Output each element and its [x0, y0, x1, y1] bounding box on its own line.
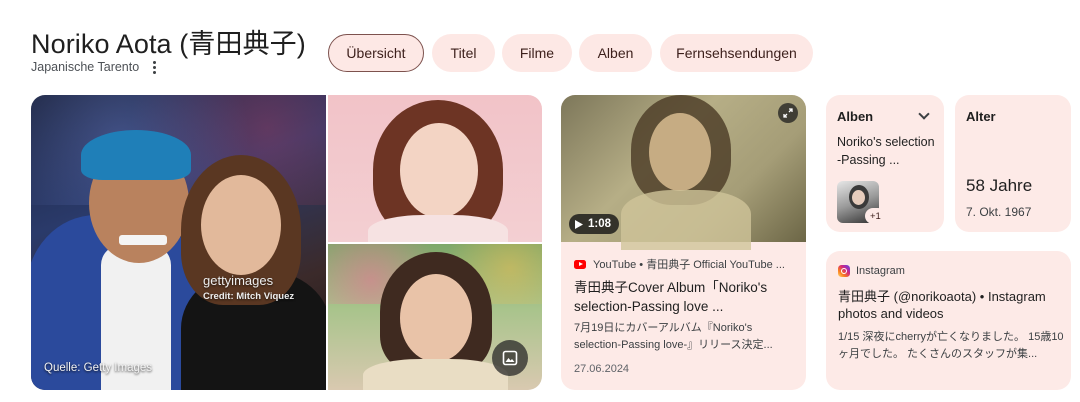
instagram-snippet: 1/15 深夜にcherryが亡くなりました。 15歳10ヶ月でした。 たくさん…: [838, 331, 1064, 360]
tab-tv-shows[interactable]: Fernsehsendungen: [660, 34, 813, 72]
instagram-icon: [838, 265, 850, 277]
image-search-button[interactable]: [492, 340, 528, 376]
albums-card[interactable]: Alben Noriko's selec­tion -Passing ... +…: [826, 95, 944, 232]
portrait-photo[interactable]: [328, 95, 542, 242]
albums-label: Alben: [837, 109, 874, 124]
age-card: Alter 58 Jahre 7. Okt. 1967: [955, 95, 1071, 232]
instagram-title-link[interactable]: 青田典子 (@norikoaota) • Instagram photos an…: [838, 288, 1064, 322]
more-options-icon[interactable]: [147, 60, 161, 74]
video-duration-badge: 1:08: [569, 214, 620, 234]
getty-watermark: gettyimages: [203, 273, 274, 288]
album-name: Noriko's selec­tion -Passing ...: [837, 135, 935, 167]
age-value: 58 Jahre: [966, 176, 1033, 195]
instagram-result-card[interactable]: Instagram 青田典子 (@norikoaota) • Instagram…: [826, 251, 1071, 390]
video-source: YouTube • 青田典子 Official YouTube ...: [574, 256, 799, 272]
tab-movies[interactable]: Filme: [502, 34, 572, 72]
chevron-down-icon[interactable]: [918, 108, 930, 120]
tab-overview[interactable]: Übersicht: [328, 34, 424, 72]
image-source: Quelle: Getty Images: [44, 362, 153, 374]
play-icon: [575, 219, 583, 229]
video-title-link[interactable]: 青田典子Cover Album「Noriko's selection-Passi…: [574, 278, 796, 316]
youtube-icon: [574, 259, 586, 269]
knowledge-panel-subtitle: Japanische Tarento: [31, 60, 161, 74]
age-label: Alter: [966, 109, 996, 124]
video-thumbnail[interactable]: 1:08: [561, 95, 806, 250]
expand-icon[interactable]: [778, 103, 798, 123]
instagram-source: Instagram: [838, 265, 905, 277]
video-source-text: YouTube • 青田典子 Official YouTube ...: [593, 259, 785, 271]
main-photo[interactable]: gettyimages Credit: Mitch Viquez Quelle:…: [31, 95, 326, 390]
tab-albums[interactable]: Alben: [579, 34, 652, 72]
tab-songs[interactable]: Titel: [432, 34, 495, 72]
image-icon: [502, 350, 518, 366]
video-date: 27.06.2024: [574, 363, 630, 375]
subtitle-text: Japanische Tarento: [31, 60, 140, 74]
video-result-card[interactable]: 1:08 YouTube • 青田典子 Official YouTube ...…: [561, 95, 806, 390]
birth-date: 7. Okt. 1967: [966, 205, 1032, 219]
instagram-source-text: Instagram: [856, 265, 905, 277]
duration-text: 1:08: [588, 218, 612, 230]
video-snippet: 7月19日にカバーアルバム『Noriko's selection-Passing…: [574, 322, 773, 351]
knowledge-panel-title: Noriko Aota (青田典子): [31, 29, 306, 59]
more-albums-badge[interactable]: +1: [865, 208, 886, 224]
photo-credit: Credit: Mitch Viquez: [203, 291, 295, 302]
tv-show-photo[interactable]: [328, 244, 542, 390]
